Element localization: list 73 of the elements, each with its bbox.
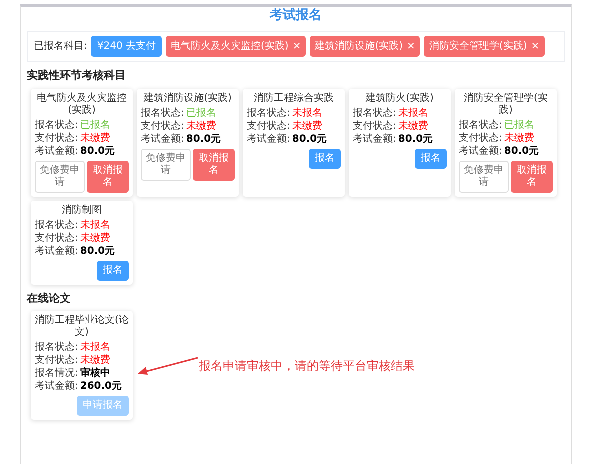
field-value: 80.0元 bbox=[398, 134, 434, 146]
field-label: 支付状态: bbox=[459, 132, 502, 144]
field-value: 未缴费 bbox=[80, 132, 110, 144]
section-heading: 实践性环节考核科目 bbox=[27, 68, 127, 84]
card-title: 建筑消防设施(实践) bbox=[143, 92, 233, 104]
tag-label: 电气防火及火灾监控(实践) bbox=[171, 40, 289, 54]
cancel-button[interactable]: 取消报名 bbox=[511, 160, 553, 192]
field-label: 报名状态: bbox=[459, 120, 502, 132]
register-button[interactable]: 报名 bbox=[97, 260, 129, 280]
field-value: 未缴费 bbox=[80, 355, 110, 367]
waiver-button[interactable]: 免修费申请 bbox=[35, 160, 86, 192]
field-label: 报名状态: bbox=[35, 342, 78, 354]
field-label: 考试金额: bbox=[247, 134, 290, 146]
pay-button[interactable]: ¥240 去支付 bbox=[91, 36, 162, 57]
annotation-text: 报名申请审核中，请的等待平台审核结果 bbox=[199, 358, 415, 374]
field-label: 报名状态: bbox=[35, 220, 78, 232]
page-title: 考试报名 bbox=[269, 7, 323, 25]
field-label: 考试金额: bbox=[35, 146, 78, 158]
field-value: 未缴费 bbox=[80, 232, 110, 244]
register-button[interactable]: 报名 bbox=[309, 148, 341, 168]
card-title: 消防工程综合实践 bbox=[253, 92, 335, 104]
tag-label: 建筑消防设施(实践) bbox=[315, 40, 404, 54]
field-value: 未缴费 bbox=[186, 120, 216, 132]
cancel-button[interactable]: 取消报名 bbox=[87, 160, 129, 192]
tag-close-button[interactable]: × bbox=[292, 39, 302, 54]
field-label: 报名状态: bbox=[247, 108, 290, 120]
field-label: 支付状态: bbox=[247, 120, 290, 132]
field-label: 报名状态: bbox=[353, 108, 396, 120]
field-value: 未报名 bbox=[292, 108, 322, 120]
field-label: 报名状态: bbox=[35, 120, 78, 132]
cancel-button[interactable]: 取消报名 bbox=[193, 148, 235, 180]
card-title: 建筑防火(实践) bbox=[365, 92, 435, 104]
field-value: 未缴费 bbox=[398, 120, 428, 132]
field-label: 考试金额: bbox=[353, 134, 396, 146]
arrow-icon bbox=[137, 356, 199, 376]
field-value: 未报名 bbox=[398, 108, 428, 120]
field-value: 80.0元 bbox=[80, 246, 116, 258]
tag-label: 消防安全管理学(实践) bbox=[429, 40, 528, 54]
field-label: 报名情况: bbox=[35, 368, 78, 380]
card-title: 消防安全管理学(实践) bbox=[463, 92, 549, 116]
card-title: 消防制图 bbox=[61, 204, 103, 216]
field-value: 未报名 bbox=[80, 220, 110, 232]
field-value: 已报名 bbox=[504, 120, 534, 132]
field-value: 未缴费 bbox=[504, 132, 534, 144]
field-value: 已报名 bbox=[80, 120, 110, 132]
field-label: 考试金额: bbox=[35, 381, 78, 393]
field-label: 考试金额: bbox=[459, 146, 502, 158]
tag-close-button[interactable]: × bbox=[407, 39, 416, 54]
field-value: 未报名 bbox=[80, 342, 110, 354]
field-value: 80.0元 bbox=[504, 146, 540, 158]
section-heading: 在线论文 bbox=[27, 290, 72, 306]
field-label: 支付状态: bbox=[35, 355, 78, 367]
field-value: 80.0元 bbox=[186, 134, 222, 146]
field-value: 80.0元 bbox=[292, 134, 328, 146]
field-label: 支付状态: bbox=[141, 120, 184, 132]
registered-label: 已报名科目: bbox=[34, 40, 88, 54]
field-value: 审核中 bbox=[80, 368, 110, 380]
field-label: 考试金额: bbox=[35, 246, 78, 258]
field-value: 未缴费 bbox=[292, 120, 322, 132]
field-label: 考试金额: bbox=[141, 134, 184, 146]
field-label: 支付状态: bbox=[353, 120, 396, 132]
field-value: 80.0元 bbox=[80, 146, 116, 158]
register-button[interactable]: 报名 bbox=[415, 148, 447, 168]
field-label: 支付状态: bbox=[35, 232, 78, 244]
card-title: 消防工程毕业论文(论文) bbox=[35, 315, 129, 339]
waiver-button[interactable]: 免修费申请 bbox=[141, 148, 192, 180]
field-value: 已报名 bbox=[186, 108, 216, 120]
field-value: 260.0元 bbox=[80, 381, 122, 393]
field-label: 支付状态: bbox=[35, 132, 78, 144]
waiver-button[interactable]: 免修费申请 bbox=[459, 160, 510, 192]
card-title: 电气防火及火灾监控(实践) bbox=[36, 92, 128, 116]
field-label: 报名状态: bbox=[141, 108, 184, 120]
tag-close-button[interactable]: × bbox=[531, 39, 540, 54]
